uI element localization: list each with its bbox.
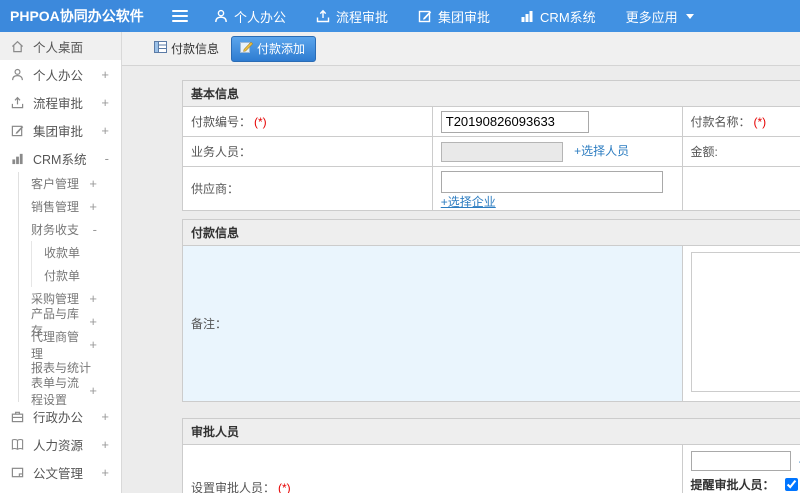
sidebar-item-human-resources[interactable]: 人力资源 + bbox=[0, 430, 121, 458]
supplier-label: 供应商： bbox=[182, 166, 433, 211]
staff-input bbox=[440, 141, 563, 162]
nav-item-personal-office[interactable]: 个人办公 bbox=[214, 7, 286, 26]
sidebar-item-form-workflow-settings[interactable]: 表单与流程设置 + bbox=[19, 376, 121, 407]
upload-approve-icon bbox=[10, 96, 25, 109]
expand-icon[interactable]: + bbox=[101, 67, 109, 82]
sidebar-item-finance-inout[interactable]: 财务收支 - bbox=[19, 218, 121, 241]
basic-info-section: 基本信息 付款编号：(*) 付款名称：(*) 业务人员： +选择人员 bbox=[182, 80, 800, 211]
sidebar-item-personal-office[interactable]: 个人办公 + bbox=[0, 60, 121, 88]
required-mark: (*) bbox=[753, 115, 767, 129]
section-title: 审批人员 bbox=[182, 418, 800, 445]
nav-item-group-approval[interactable]: 集团审批 bbox=[418, 7, 490, 26]
section-title: 基本信息 bbox=[182, 80, 800, 107]
upload-approve-icon bbox=[316, 9, 330, 23]
expand-icon[interactable]: + bbox=[89, 383, 97, 398]
edit-pencil-icon bbox=[240, 41, 254, 56]
edit-square-icon bbox=[418, 9, 432, 23]
expand-icon[interactable]: + bbox=[89, 199, 97, 214]
tab-payment-add[interactable]: 付款添加 bbox=[231, 35, 317, 62]
remind-approver-label: 提醒审批人员： bbox=[690, 478, 775, 492]
sidebar-item-admin-office[interactable]: 行政办公 + bbox=[0, 402, 121, 430]
collapse-icon[interactable]: - bbox=[105, 151, 109, 166]
sidebar-item-crm-system[interactable]: CRM系统 - bbox=[0, 144, 121, 172]
payment-no-input[interactable] bbox=[440, 110, 589, 133]
expand-icon[interactable]: + bbox=[101, 123, 109, 138]
expand-icon[interactable]: + bbox=[101, 465, 109, 480]
payment-name-label: 付款名称： (*) bbox=[681, 106, 800, 137]
required-mark: (*) bbox=[254, 115, 267, 129]
amount-label: 金额: bbox=[681, 136, 800, 167]
sidebar-item-personal-desktop[interactable]: 个人桌面 bbox=[0, 32, 121, 60]
sidebar-item-agent-mgmt[interactable]: 代理商管理 + bbox=[19, 330, 121, 361]
expand-icon[interactable]: + bbox=[89, 337, 97, 352]
book-icon bbox=[10, 438, 25, 451]
payment-no-label: 付款编号： (*) bbox=[182, 106, 433, 137]
approver-input[interactable] bbox=[690, 451, 791, 471]
person-icon bbox=[10, 68, 25, 81]
sidebar-item-group-approval[interactable]: 集团审批 + bbox=[0, 116, 121, 144]
choose-person-link[interactable]: +选择人员 bbox=[574, 144, 629, 158]
sidebar-item-receipt-order[interactable]: 收款单 bbox=[32, 241, 121, 264]
section-title: 付款信息 bbox=[182, 219, 800, 246]
payment-info-section: 付款信息 备注： bbox=[182, 219, 800, 402]
top-nav: 个人办公 流程审批 集团审批 CRM系统 更多应用 bbox=[214, 7, 694, 26]
expand-icon[interactable]: + bbox=[89, 176, 97, 191]
tab-bar: 付款信息 付款添加 bbox=[122, 32, 800, 66]
caret-down-icon bbox=[685, 13, 694, 19]
table-grid-icon bbox=[154, 41, 167, 56]
expand-icon[interactable]: + bbox=[101, 95, 109, 110]
sidebar-item-sales-mgmt[interactable]: 销售管理 + bbox=[19, 195, 121, 218]
nav-item-more-apps[interactable]: 更多应用 bbox=[626, 7, 694, 26]
bar-chart-icon bbox=[10, 152, 25, 165]
choose-company-link[interactable]: +选择企业 bbox=[441, 195, 496, 209]
document-icon bbox=[10, 466, 25, 479]
app-logo: PHPOA协同办公软件 bbox=[0, 0, 144, 32]
edit-square-icon bbox=[10, 124, 25, 137]
bar-chart-icon bbox=[520, 9, 534, 23]
home-icon bbox=[10, 40, 25, 53]
required-mark: (*) bbox=[278, 481, 291, 493]
approver-section: 审批人员 设置审批人员：(*) +选择审批人员 提醒审批人员： 短消息提示 注： bbox=[182, 418, 800, 493]
sidebar: 个人桌面 个人办公 + 流程审批 + 集团审批 + CRM系统 - 客户管理 + bbox=[0, 32, 122, 493]
briefcase-icon bbox=[10, 410, 25, 423]
sms-remind-checkbox[interactable] bbox=[784, 478, 798, 491]
remark-textarea[interactable] bbox=[690, 252, 800, 392]
expand-icon[interactable]: + bbox=[101, 437, 109, 452]
expand-icon[interactable]: + bbox=[89, 314, 97, 329]
sidebar-item-payment-order[interactable]: 付款单 bbox=[32, 264, 121, 287]
sidebar-item-official-docs[interactable]: 公文管理 + bbox=[0, 458, 121, 486]
remark-label: 备注： bbox=[182, 245, 683, 402]
nav-item-workflow-approval[interactable]: 流程审批 bbox=[316, 7, 388, 26]
collapse-icon[interactable]: - bbox=[93, 222, 97, 237]
hamburger-menu-icon[interactable] bbox=[172, 10, 188, 22]
set-approver-label: 设置审批人员： (*) bbox=[182, 444, 683, 493]
expand-icon[interactable]: + bbox=[89, 291, 97, 306]
crm-submenu: 客户管理 + 销售管理 + 财务收支 - 收款单 付款单 采购管理 + 产品与库… bbox=[18, 172, 121, 407]
expand-icon[interactable]: + bbox=[101, 409, 109, 424]
sidebar-item-workflow-approval[interactable]: 流程审批 + bbox=[0, 88, 121, 116]
nav-item-crm-system[interactable]: CRM系统 bbox=[520, 7, 596, 26]
staff-label: 业务人员： bbox=[182, 136, 433, 167]
finance-submenu: 收款单 付款单 bbox=[31, 241, 121, 287]
supplier-input[interactable] bbox=[440, 170, 663, 193]
tab-payment-info[interactable]: 付款信息 bbox=[154, 40, 219, 57]
topbar: PHPOA协同办公软件 个人办公 流程审批 集团审批 CRM系统 更多应用 bbox=[0, 0, 800, 32]
sidebar-item-customer-mgmt[interactable]: 客户管理 + bbox=[19, 172, 121, 195]
main-area: 付款信息 付款添加 基本信息 付款编号：(*) 付款名称：(*) bbox=[122, 32, 800, 493]
person-icon bbox=[214, 9, 228, 23]
form-content: 基本信息 付款编号：(*) 付款名称：(*) 业务人员： +选择人员 bbox=[122, 66, 800, 493]
